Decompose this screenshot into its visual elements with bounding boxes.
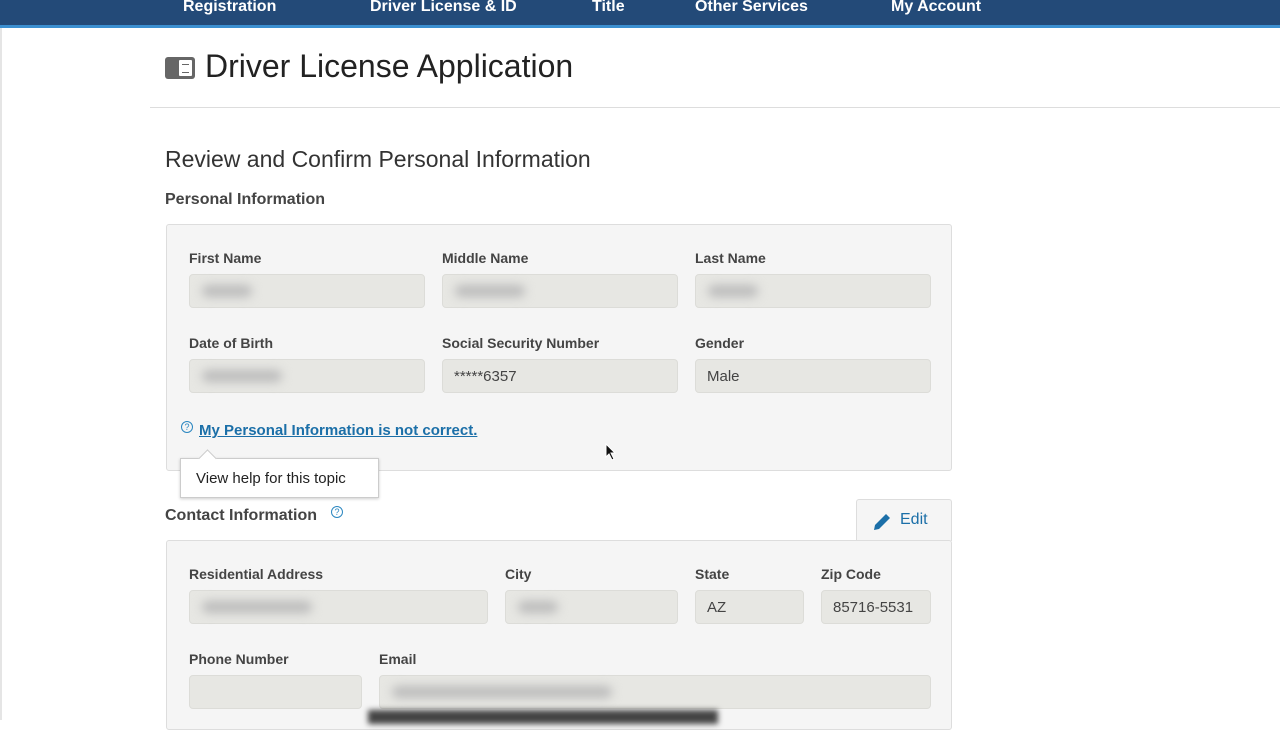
zip-field[interactable]: 85716-5531 [821,590,931,624]
first-name-field[interactable] [189,274,425,308]
section-title: Review and Confirm Personal Information [165,146,591,172]
top-nav: Registration Driver License & ID Title O… [0,0,1280,28]
email-label: Email [379,651,417,667]
zip-label: Zip Code [821,566,881,582]
middle-name-label: Middle Name [442,250,529,266]
redaction-bar [368,710,718,724]
address-label: Residential Address [189,566,324,582]
nav-title[interactable]: Title [592,0,625,16]
email-field[interactable] [379,675,931,709]
mouse-cursor-icon [605,443,617,461]
gender-label: Gender [695,335,745,351]
left-border [0,28,2,720]
phone-label: Phone Number [189,651,289,667]
help-icon[interactable]: ? [181,421,193,433]
ssn-label: Social Security Number [442,335,600,351]
city-field[interactable] [505,590,678,624]
divider [150,107,1280,108]
contact-help-icon[interactable]: ? [331,506,343,518]
phone-field[interactable] [189,675,362,709]
nav-my-account[interactable]: My Account [891,0,981,16]
contact-info-heading: Contact Information [165,507,317,524]
first-name-label: First Name [189,250,262,266]
address-field[interactable] [189,590,488,624]
last-name-label: Last Name [695,250,766,266]
dob-field[interactable] [189,359,425,393]
help-tooltip: View help for this topic [180,458,379,498]
nav-driver-license[interactable]: Driver License & ID [370,0,517,16]
edit-label: Edit [900,511,928,528]
state-label: State [695,566,730,582]
dob-label: Date of Birth [189,335,273,351]
edit-button[interactable]: Edit [856,499,952,541]
page-title: Driver License Application [205,48,574,84]
info-not-correct-link[interactable]: My Personal Information is not correct. [199,422,477,439]
gender-field[interactable]: Male [695,359,931,393]
nav-other-services[interactable]: Other Services [695,0,808,16]
nav-registration[interactable]: Registration [183,0,276,16]
last-name-field[interactable] [695,274,931,308]
pencil-icon [874,514,890,530]
middle-name-field[interactable] [442,274,678,308]
city-label: City [505,566,532,582]
state-field[interactable]: AZ [695,590,804,624]
personal-info-heading: Personal Information [165,191,326,208]
license-card-icon [165,57,195,79]
ssn-field[interactable]: *****6357 [442,359,678,393]
